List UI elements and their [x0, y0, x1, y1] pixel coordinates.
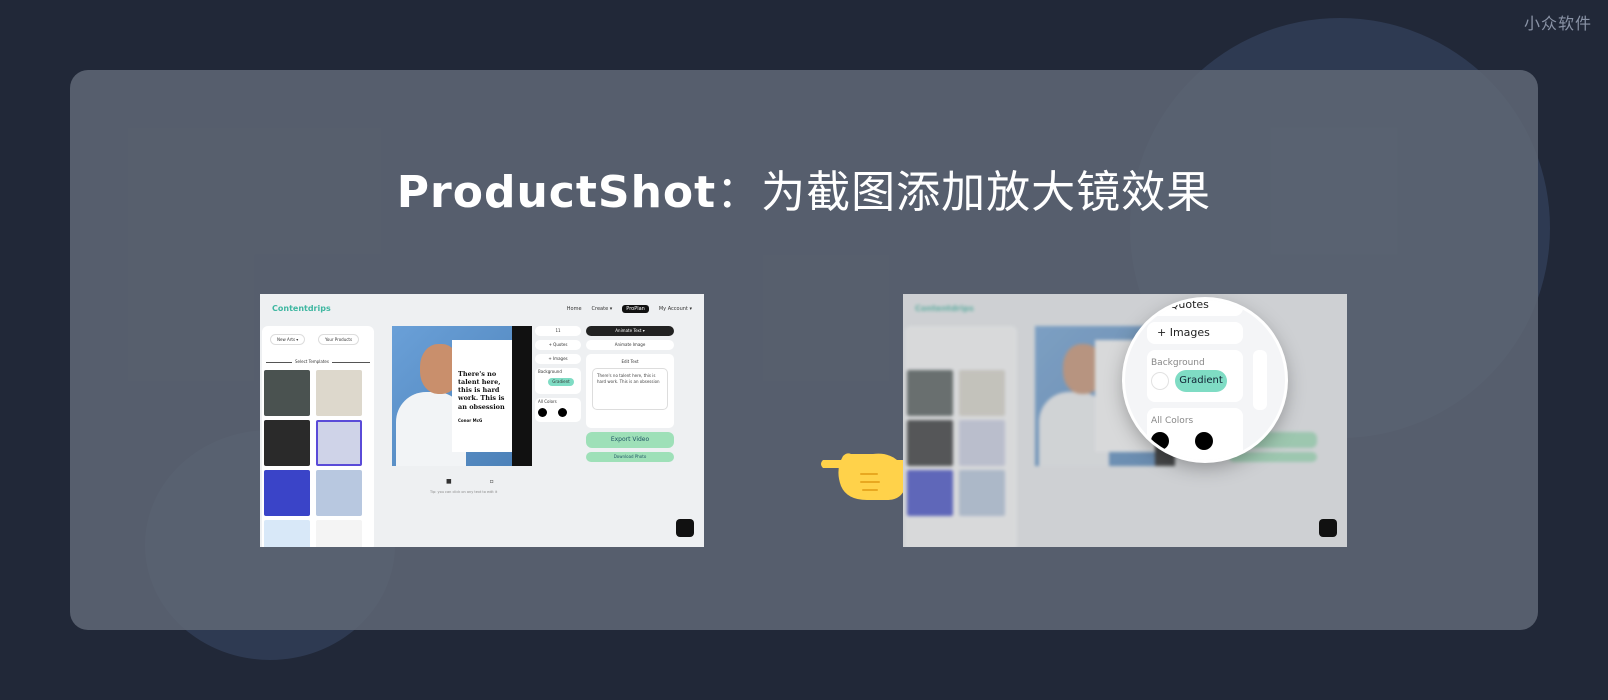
background-label: Background — [538, 369, 562, 374]
edit-text-label: Edit Text — [621, 359, 639, 364]
your-products-button[interactable]: Your Products — [318, 334, 360, 345]
pointing-left-icon — [821, 453, 915, 500]
select-templates-label: Select Templates — [292, 359, 332, 364]
add-images-button[interactable]: + Images — [535, 354, 581, 364]
nav-home[interactable]: Home — [567, 306, 582, 312]
template-thumb[interactable] — [264, 470, 310, 516]
mag-all-colors-label: All Colors — [1151, 416, 1194, 426]
mag-white-swatch[interactable] — [1151, 372, 1169, 390]
slide-dots[interactable]: ■ ▫ — [446, 478, 512, 485]
all-colors-label: All Colors — [538, 399, 557, 404]
quote-bar — [512, 326, 532, 466]
template-thumb[interactable] — [264, 520, 310, 547]
canvas-caption: Tip: you can click on any text to edit i… — [430, 490, 498, 494]
add-quotes-button[interactable]: + Quotes — [535, 340, 581, 350]
template-thumb[interactable] — [264, 370, 310, 416]
mag-black-swatch[interactable] — [1151, 432, 1169, 450]
screenshot-after: Contentdrips + Quotes + Images Backgroun… — [903, 294, 1347, 547]
mag-black-swatch-2[interactable] — [1195, 432, 1213, 450]
size-field[interactable]: 11 — [535, 326, 581, 336]
mag-images[interactable]: + Images — [1147, 322, 1243, 344]
app-nav: Home Create ▾ ProPlan My Account ▾ — [567, 305, 692, 313]
screenshot-before: Contentdrips Home Create ▾ ProPlan My Ac… — [260, 294, 704, 547]
gradient-toggle[interactable]: Gradient — [548, 378, 574, 386]
nav-account[interactable]: My Account ▾ — [659, 306, 692, 312]
animate-image-button[interactable]: Animate Image — [586, 340, 674, 350]
color-swatch-black[interactable] — [538, 408, 547, 417]
nav-create[interactable]: Create ▾ — [592, 306, 613, 312]
download-photo-button[interactable]: Download Photo — [586, 452, 674, 462]
page-title: ProductShot：为截图添加放大镜效果 — [70, 156, 1538, 220]
template-thumb[interactable] — [316, 520, 362, 547]
export-video-button[interactable]: Export Video — [586, 432, 674, 448]
watermark: 小众软件 — [1523, 14, 1592, 33]
chat-icon[interactable] — [1319, 519, 1337, 537]
chat-icon[interactable] — [676, 519, 694, 537]
mag-gradient-toggle[interactable]: Gradient — [1175, 370, 1227, 392]
new-arts-button[interactable]: New Arts ▾ — [270, 334, 306, 345]
mag-edge-panel — [1253, 350, 1267, 410]
title-brand: ProductShot — [396, 167, 717, 218]
template-thumb[interactable] — [316, 370, 362, 416]
template-thumb[interactable] — [264, 420, 310, 466]
template-thumb[interactable] — [316, 420, 362, 466]
magnifier-lens: + Quotes + Images Background Gradient Al… — [1125, 300, 1285, 460]
title-subtitle: ：为截图添加放大镜效果 — [716, 167, 1212, 218]
template-panel: New Arts ▾ Your Products Select Template… — [262, 326, 374, 547]
edit-text-area[interactable]: There's no talent here, this is hard wor… — [592, 368, 668, 410]
quote-author[interactable]: Conor McG — [458, 418, 482, 423]
template-thumb[interactable] — [316, 470, 362, 516]
app-logo: Contentdrips — [272, 304, 331, 313]
main-card: ProductShot：为截图添加放大镜效果 Contentdrips Home… — [70, 70, 1538, 630]
mag-background-label: Background — [1151, 358, 1205, 368]
animate-text-button[interactable]: Animate Text ▾ — [586, 326, 674, 336]
quote-text[interactable]: There's no talent here, this is hard wor… — [458, 370, 510, 411]
design-canvas[interactable]: There's no talent here, this is hard wor… — [392, 326, 532, 466]
mag-quotes[interactable]: + Quotes — [1147, 300, 1243, 316]
color-swatch-black-2[interactable] — [558, 408, 567, 417]
nav-proplan[interactable]: ProPlan — [622, 305, 649, 313]
